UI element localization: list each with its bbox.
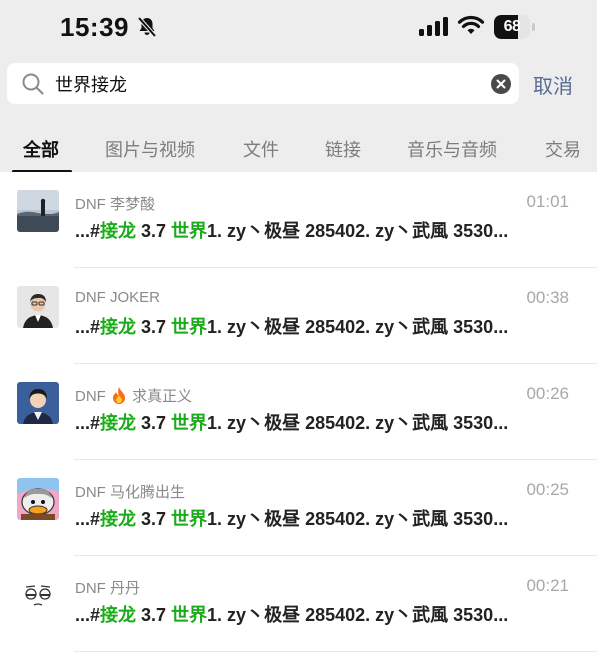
message-snippet: ...#接龙 3.7 世界1. zy丶极昼 285402. zy丶武風 3530… bbox=[75, 509, 509, 529]
message-snippet: ...#接龙 3.7 世界1. zy丶极昼 285402. zy丶武風 3530… bbox=[75, 413, 509, 433]
search-results-list: DNF 李梦酸 01:01 ...#接龙 3.7 世界1. zy丶极昼 2854… bbox=[0, 172, 597, 660]
search-bar[interactable] bbox=[7, 63, 519, 104]
bell-slash-icon bbox=[137, 16, 157, 38]
sender-name: DNF JOKER bbox=[75, 289, 161, 306]
cancel-button[interactable]: 取消 bbox=[533, 70, 573, 99]
sender-name: DNF 李梦酸 bbox=[75, 196, 156, 213]
search-input[interactable] bbox=[55, 63, 475, 104]
message-snippet: ...#接龙 3.7 世界1. zy丶极昼 285402. zy丶武風 3530… bbox=[75, 221, 509, 241]
avatar-man-suit-photo bbox=[17, 286, 59, 328]
tab-images-videos[interactable]: 图片与视频 bbox=[105, 136, 195, 162]
result-row[interactable]: DNF 马化腾出生 00:25 ...#接龙 3.7 世界1. zy丶极昼 28… bbox=[0, 460, 597, 556]
message-time: 00:26 bbox=[526, 384, 569, 403]
wifi-icon bbox=[457, 15, 485, 34]
sender-name: DNF 求真正义 bbox=[75, 387, 193, 405]
message-snippet: ...#接龙 3.7 世界1. zy丶极昼 285402. zy丶武風 3530… bbox=[75, 317, 509, 337]
result-row[interactable]: DNF 李梦酸 01:01 ...#接龙 3.7 世界1. zy丶极昼 2854… bbox=[0, 172, 597, 268]
sender-name: DNF 马化腾出生 bbox=[75, 484, 186, 501]
tab-transactions[interactable]: 交易 bbox=[545, 136, 581, 162]
divider bbox=[74, 651, 597, 652]
message-time: 00:25 bbox=[526, 480, 569, 499]
message-time: 00:38 bbox=[526, 288, 569, 307]
status-bar: 15:39 68 bbox=[0, 0, 597, 56]
status-time: 15:39 bbox=[60, 12, 129, 42]
avatar-cartoon-duck bbox=[17, 478, 59, 520]
result-row[interactable]: DNF 丹丹 00:21 ...#接龙 3.7 世界1. zy丶极昼 28540… bbox=[0, 556, 597, 652]
tab-all[interactable]: 全部 bbox=[23, 136, 59, 162]
result-row[interactable]: DNF 求真正义 00:26 ...#接龙 3.7 世界1. zy丶极昼 285… bbox=[0, 364, 597, 460]
clear-search-icon[interactable] bbox=[491, 74, 511, 94]
avatar-emoji-face bbox=[17, 574, 59, 616]
tab-music-audio[interactable]: 音乐与音频 bbox=[407, 136, 497, 162]
battery-icon: 68 bbox=[494, 15, 536, 39]
sender-name: DNF 丹丹 bbox=[75, 580, 141, 597]
tab-files[interactable]: 文件 bbox=[243, 136, 279, 162]
fire-emoji-icon bbox=[113, 387, 125, 404]
tab-links[interactable]: 链接 bbox=[325, 136, 361, 162]
message-time: 01:01 bbox=[526, 192, 569, 211]
avatar-young-man-photo bbox=[17, 382, 59, 424]
battery-percent: 68 bbox=[503, 18, 521, 35]
message-snippet: ...#接龙 3.7 世界1. zy丶极昼 285402. zy丶武風 3530… bbox=[75, 605, 509, 625]
message-time: 00:21 bbox=[526, 576, 569, 595]
filter-tabs: 全部 图片与视频 文件 链接 音乐与音频 交易 bbox=[0, 134, 597, 174]
avatar-landscape-photo bbox=[17, 190, 59, 232]
search-icon bbox=[22, 73, 44, 95]
cellular-signal-icon bbox=[419, 17, 448, 36]
result-row[interactable]: DNF JOKER 00:38 ...#接龙 3.7 世界1. zy丶极昼 28… bbox=[0, 268, 597, 364]
